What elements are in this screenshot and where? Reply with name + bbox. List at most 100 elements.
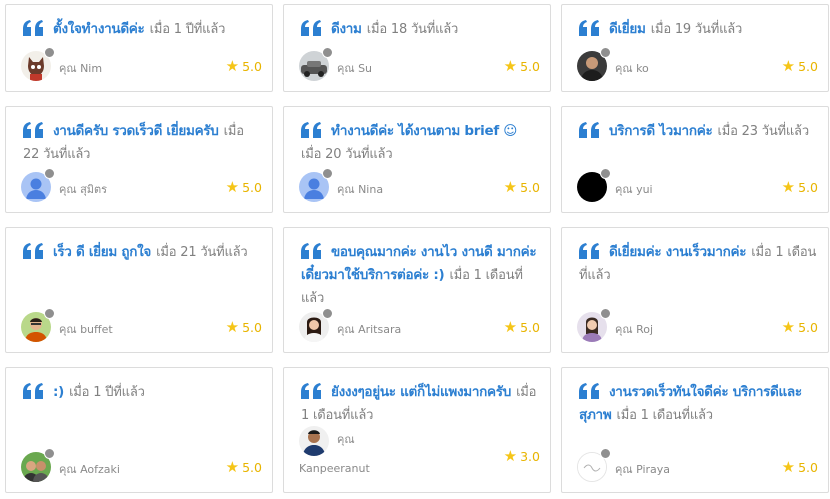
review-card: งานดีครับ รวดเร็วดี เยี่ยมครับ เมื่อ 22 … [5,106,273,213]
star-icon: ★ [503,447,518,465]
reviewer-name: คุณ Piraya [615,463,671,476]
review-card: ยังงงๆอยู่นะ แต่ก็ไม่แพงมากครับ เมื่อ 1 … [283,367,551,493]
quote-icon [579,119,609,140]
review-footer: คุณ Su ★ 5.0 [299,47,540,81]
review-footer: คุณ Aritsara ★ 5.0 [299,308,540,342]
review-footer: คุณ Nina ★ 5.0 [299,168,540,202]
review-quote: ตั้งใจทำงานดีค่ะ เมื่อ 1 ปีที่แล้ว [23,17,262,40]
review-card: ดีงาม เมื่อ 18 วันที่แล้ว คุณ Su ★ 5.0 [283,4,551,92]
status-dot [600,308,611,319]
rating: ★ 5.0 [225,458,262,476]
status-dot [322,47,333,58]
review-card: เร็ว ดี เยี่ยม ถูกใจ เมื่อ 21 วันที่แล้ว… [5,227,273,353]
review-quote: ทำงานดีค่ะ ได้งานตาม brief ☺ เมื่อ 20 วั… [301,119,540,165]
review-text: ตั้งใจทำงานดีค่ะ [53,21,145,37]
review-card: ขอบคุณมากค่ะ งานไว งานดี มากค่ะ เดี๋ยวมา… [283,227,551,353]
quote-icon [301,240,331,261]
rating: ★ 3.0 [503,447,540,465]
quote-icon [23,17,53,38]
quote-icon [23,240,53,261]
avatar[interactable] [21,308,55,342]
reviewer-name: คุณ ko [615,62,649,75]
review-quote: ดีงาม เมื่อ 18 วันที่แล้ว [301,17,540,40]
review-footer: คุณ Roj ★ 5.0 [577,308,818,342]
avatar[interactable] [299,426,329,456]
avatar[interactable] [577,47,611,81]
avatar[interactable] [577,308,611,342]
star-icon: ★ [225,57,240,75]
status-dot [44,448,55,459]
avatar[interactable] [299,168,333,202]
review-quote: งานดีครับ รวดเร็วดี เยี่ยมครับ เมื่อ 22 … [23,119,262,165]
avatar[interactable] [299,47,333,81]
rating: ★ 5.0 [225,57,262,75]
reviewer-name: คุณ Su [337,62,373,75]
review-text: บริการดี ไวมากค่ะ [609,123,713,139]
review-time: เมื่อ 23 วันที่แล้ว [717,124,810,139]
review-card: งานรวดเร็วทันใจดีค่ะ บริการดีและสุภาพ เม… [561,367,829,493]
avatar[interactable] [21,47,55,81]
review-footer: คุณ ko ★ 5.0 [577,47,818,81]
reviewer-name: คุณ buffet [59,323,113,336]
review-time: เมื่อ 20 วันที่แล้ว [301,147,393,162]
status-dot [44,168,55,179]
rating: ★ 5.0 [503,57,540,75]
review-card: ทำงานดีค่ะ ได้งานตาม brief ☺ เมื่อ 20 วั… [283,106,551,213]
review-text: ดีเยี่ยมค่ะ งานเร็วมากค่ะ [609,244,747,260]
quote-icon [579,380,609,401]
review-text: ทำงานดีค่ะ ได้งานตาม brief ☺ [331,123,518,139]
star-icon: ★ [503,178,518,196]
review-footer: คุณ yui ★ 5.0 [577,168,818,202]
star-icon: ★ [781,57,796,75]
review-quote: บริการดี ไวมากค่ะ เมื่อ 23 วันที่แล้ว [579,119,818,142]
rating: ★ 5.0 [225,178,262,196]
review-footer: คุณ Piraya ★ 5.0 [577,448,818,482]
status-dot [44,47,55,58]
review-card: ดีเยี่ยม เมื่อ 19 วันที่แล้ว คุณ ko ★ 5.0 [561,4,829,92]
review-card: ตั้งใจทำงานดีค่ะ เมื่อ 1 ปีที่แล้ว คุณ N… [5,4,273,92]
review-quote: ดีเยี่ยมค่ะ งานเร็วมากค่ะ เมื่อ 1 เดือนท… [579,240,818,286]
star-icon: ★ [225,178,240,196]
quote-icon [579,240,609,261]
reviewer-name: คุณ yui [615,183,653,196]
review-text: :) [53,384,64,400]
review-text: งานดีครับ รวดเร็วดี เยี่ยมครับ [53,123,219,139]
reviewer-name: คุณ Aritsara [337,323,402,336]
review-time: เมื่อ 21 วันที่แล้ว [156,245,248,260]
review-text: เร็ว ดี เยี่ยม ถูกใจ [53,244,151,260]
reviewer-name: คุณ สุมิตร [59,183,108,196]
review-quote: :) เมื่อ 1 ปีที่แล้ว [23,380,262,403]
review-footer: คุณ Kanpeeranut ★ 3.0 [299,426,540,480]
status-dot [322,308,333,319]
avatar[interactable] [577,448,611,482]
avatar[interactable] [299,308,333,342]
rating: ★ 5.0 [225,318,262,336]
quote-icon [301,380,331,401]
review-quote: ยังงงๆอยู่นะ แต่ก็ไม่แพงมากครับ เมื่อ 1 … [301,380,540,426]
review-text: ดีเยี่ยม [609,21,646,37]
status-dot [322,168,333,179]
review-card: บริการดี ไวมากค่ะ เมื่อ 23 วันที่แล้ว คุ… [561,106,829,213]
review-time: เมื่อ 1 เดือนที่แล้ว [616,408,714,423]
status-dot [600,448,611,459]
avatar[interactable] [21,448,55,482]
quote-icon [23,380,53,401]
person-photo-avatar [299,426,329,456]
reviewer-name: คุณ Nina [337,183,384,196]
review-footer: คุณ Aofzaki ★ 5.0 [21,448,262,482]
review-quote: งานรวดเร็วทันใจดีค่ะ บริการดีและสุภาพ เม… [579,380,818,426]
rating: ★ 5.0 [503,178,540,196]
review-footer: คุณ buffet ★ 5.0 [21,308,262,342]
star-icon: ★ [503,318,518,336]
avatar[interactable] [21,168,55,202]
quote-icon [23,119,53,140]
quote-icon [301,17,331,38]
rating: ★ 5.0 [781,57,818,75]
review-footer: คุณ สุมิตร ★ 5.0 [21,168,262,202]
review-card: ดีเยี่ยมค่ะ งานเร็วมากค่ะ เมื่อ 1 เดือนท… [561,227,829,353]
reviewer-name: คุณ Roj [615,323,654,336]
review-quote: ขอบคุณมากค่ะ งานไว งานดี มากค่ะ เดี๋ยวมา… [301,240,540,309]
status-dot [44,308,55,319]
avatar[interactable] [577,168,611,202]
star-icon: ★ [781,178,796,196]
